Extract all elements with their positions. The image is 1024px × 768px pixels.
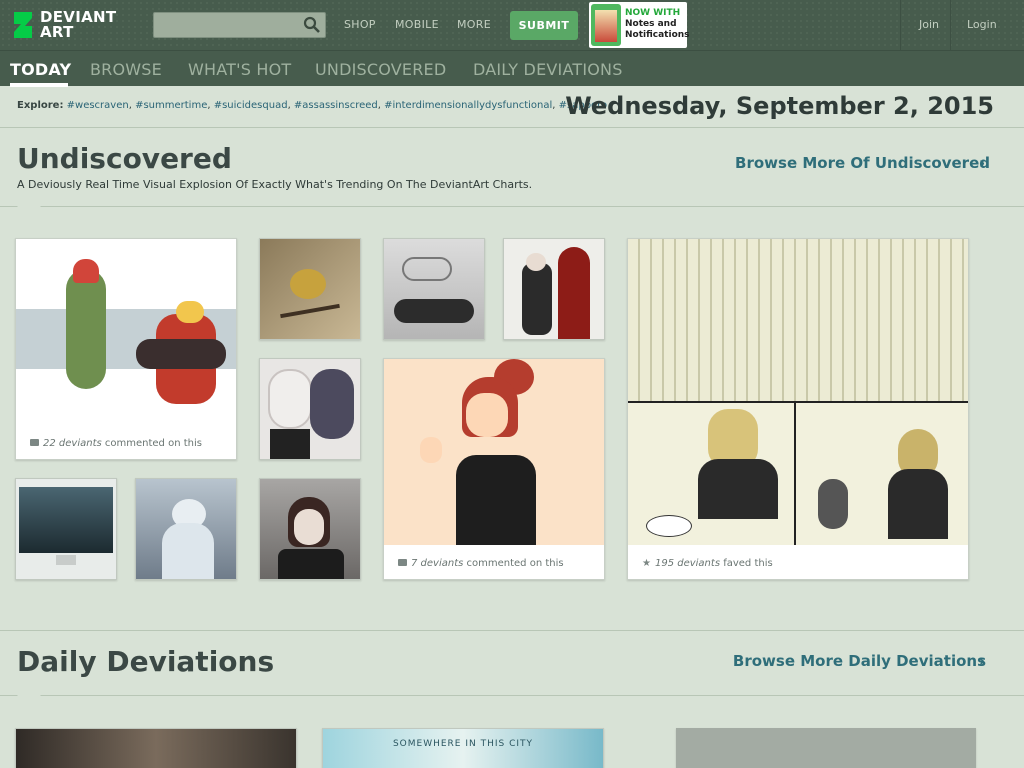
tab-bar: TODAY BROWSE WHAT'S HOT UNDISCOVERED DAI…	[0, 50, 1024, 87]
search-icon[interactable]	[303, 16, 321, 34]
divider	[0, 695, 1024, 696]
explore-label: Explore:	[17, 100, 64, 111]
search-box	[153, 12, 326, 38]
section-title-daily-deviations: Daily Deviations	[17, 645, 275, 678]
deviation-thumbnail[interactable]	[259, 358, 361, 460]
deviation-card[interactable]: 22 deviants commented on this	[15, 238, 237, 460]
deviation-thumbnail[interactable]	[15, 728, 297, 768]
tag-link[interactable]: #summertime	[135, 100, 207, 111]
card-suffix: commented on this	[101, 438, 202, 449]
tab-browse[interactable]: BROWSE	[90, 60, 162, 79]
promo-headline: NOW WITH	[625, 8, 681, 18]
divider	[0, 206, 1024, 207]
star-icon: ★	[642, 558, 651, 569]
promo-line-2: Notes and	[625, 19, 677, 29]
divider	[900, 0, 901, 50]
card-count: 195 deviants	[654, 558, 721, 569]
divider	[950, 0, 951, 50]
nav-mobile[interactable]: MOBILE	[395, 18, 439, 31]
deviation-card[interactable]: 7 deviants commented on this	[383, 358, 605, 580]
submit-button[interactable]: SUBMIT	[510, 11, 578, 40]
deviation-thumbnail[interactable]	[383, 238, 485, 340]
search-input[interactable]	[154, 13, 299, 37]
deviation-thumbnail	[16, 239, 236, 425]
tab-whats-hot[interactable]: WHAT'S HOT	[188, 60, 291, 79]
deviation-thumbnail[interactable]	[259, 478, 361, 580]
nav-shop[interactable]: SHOP	[344, 18, 376, 31]
nav-more[interactable]: MORE	[457, 18, 491, 31]
deviation-thumbnail[interactable]	[15, 478, 117, 580]
tag-link[interactable]: #suicidesquad	[214, 100, 288, 111]
top-bar: DEVIANT ART SHOP MOBILE MORE SUBMIT NOW …	[0, 0, 1024, 50]
card-suffix: faved this	[720, 558, 773, 569]
card-suffix: commented on this	[463, 558, 564, 569]
tab-daily-deviations[interactable]: DAILY DEVIATIONS	[473, 60, 623, 79]
comment-icon	[30, 439, 39, 446]
tab-today[interactable]: TODAY	[10, 60, 71, 79]
deviation-thumbnail	[384, 359, 604, 545]
section-subtitle: A Deviously Real Time Visual Explosion O…	[17, 178, 533, 191]
tag-link[interactable]: #interdimensionallydysfunctional	[384, 100, 552, 111]
divider	[0, 127, 1024, 128]
card-count: 22 deviants	[43, 438, 102, 449]
section-title-undiscovered: Undiscovered	[17, 142, 232, 175]
browse-more-daily-link[interactable]: Browse More Daily Deviations	[733, 652, 986, 670]
join-link[interactable]: Join	[919, 18, 939, 31]
deviation-thumbnail	[628, 239, 968, 545]
promo-line-3: Notifications	[625, 30, 690, 40]
browse-more-undiscovered-link[interactable]: Browse More Of Undiscovered	[735, 154, 990, 172]
divider	[0, 630, 1024, 631]
chevron-right-icon: ›	[979, 652, 986, 670]
deviation-thumbnail[interactable]	[259, 238, 361, 340]
deviation-thumbnail[interactable]: SOMEWHERE IN THIS CITY	[322, 728, 604, 768]
chevron-right-icon: ›	[979, 154, 986, 172]
deviantart-logo[interactable]: DEVIANT ART	[12, 8, 116, 42]
card-count: 7 deviants	[411, 558, 464, 569]
deviation-thumbnail[interactable]	[503, 238, 605, 340]
tag-link[interactable]: #assassinscreed	[294, 100, 378, 111]
deviation-card[interactable]: ★ 195 deviants faved this	[627, 238, 969, 580]
comment-icon	[398, 559, 407, 566]
login-link[interactable]: Login	[967, 18, 997, 31]
page-date: Wednesday, September 2, 2015	[565, 92, 994, 120]
tab-undiscovered[interactable]: UNDISCOVERED	[315, 60, 446, 79]
section-notch	[17, 695, 41, 707]
deviation-thumbnail[interactable]	[135, 478, 237, 580]
deviation-thumbnail[interactable]	[676, 728, 976, 768]
mobile-promo-banner[interactable]: NOW WITH Notes and Notifications	[589, 2, 690, 48]
section-notch	[17, 206, 41, 218]
tag-link[interactable]: #wescraven	[67, 100, 129, 111]
logo-line-2: ART	[40, 23, 74, 41]
deviantart-logo-icon	[12, 10, 34, 40]
active-tab-indicator	[10, 83, 68, 87]
explore-tags: Explore: #wescraven, #summertime, #suici…	[17, 100, 608, 111]
phone-icon	[591, 4, 621, 46]
thumbnail-caption: SOMEWHERE IN THIS CITY	[392, 739, 534, 749]
